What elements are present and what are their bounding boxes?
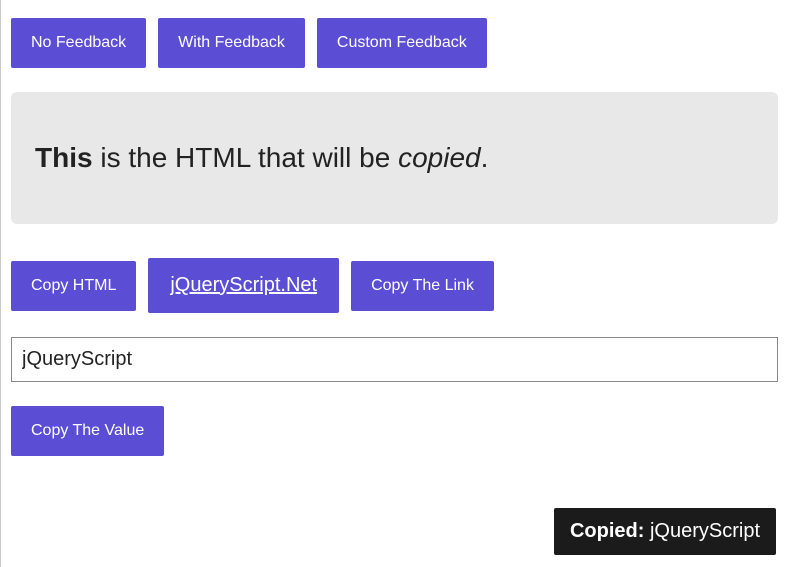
preview-em: copied	[398, 142, 481, 173]
custom-feedback-button[interactable]: Custom Feedback	[317, 18, 487, 68]
value-input[interactable]	[11, 337, 778, 382]
html-preview-text: This is the HTML that will be copied.	[35, 142, 754, 174]
top-button-row: No Feedback With Feedback Custom Feedbac…	[11, 18, 778, 68]
copy-value-button[interactable]: Copy The Value	[11, 406, 164, 456]
html-preview-box: This is the HTML that will be copied.	[11, 92, 778, 224]
toast-value: jQueryScript	[650, 520, 760, 542]
copy-html-button[interactable]: Copy HTML	[11, 261, 136, 311]
preview-strong: This	[35, 142, 93, 173]
with-feedback-button[interactable]: With Feedback	[158, 18, 305, 68]
no-feedback-button[interactable]: No Feedback	[11, 18, 146, 68]
preview-middle: is the HTML that will be	[93, 142, 399, 173]
mid-button-row: Copy HTML jQueryScript.Net Copy The Link	[11, 258, 778, 313]
jqueryscript-link[interactable]: jQueryScript.Net	[148, 258, 339, 313]
input-row	[11, 337, 778, 382]
preview-end: .	[481, 142, 489, 173]
copied-toast: Copied: jQueryScript	[554, 508, 776, 555]
bottom-button-row: Copy The Value	[11, 406, 778, 456]
toast-label: Copied:	[570, 520, 644, 542]
copy-link-button[interactable]: Copy The Link	[351, 261, 494, 311]
